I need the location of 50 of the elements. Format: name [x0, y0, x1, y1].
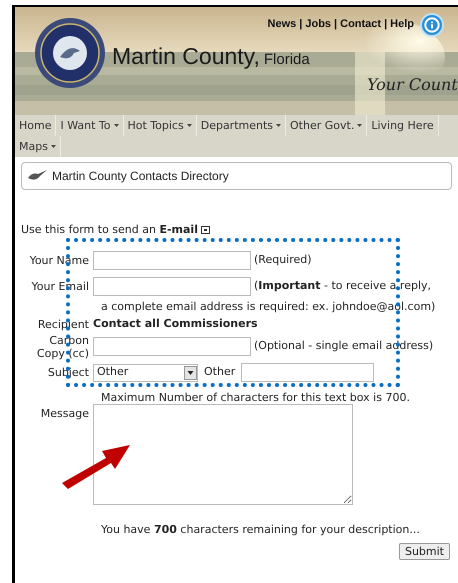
- input-field[interactable]: [93, 251, 251, 270]
- header-link[interactable]: Help: [390, 16, 414, 32]
- recipient-value: Contact all Commissioners: [93, 316, 258, 332]
- nav-item[interactable]: Maps: [15, 136, 61, 157]
- field-note: a complete email address is required: ex. johndoe@aol.com): [101, 300, 436, 314]
- nav-item[interactable]: I Want To: [56, 115, 124, 136]
- arrow-drawing: [60, 443, 132, 491]
- nav-item[interactable]: Home: [15, 115, 56, 136]
- tagline: Your Count: [367, 77, 458, 93]
- link-separator: |: [334, 17, 338, 32]
- dropdown-icon: [184, 366, 197, 380]
- caret-icon: [186, 124, 192, 127]
- field-label: Recipient: [36, 318, 90, 331]
- link-separator: |: [384, 17, 388, 32]
- field-note: (Optional - single email address): [254, 338, 434, 354]
- breadcrumb-text: Martin County Contacts Directory: [52, 168, 229, 185]
- field-label: Carbon Copy (cc): [36, 334, 90, 360]
- max-characters-note: Maximum Number of characters for this text box is 700.: [101, 392, 411, 404]
- site-subtitle: Florida: [264, 52, 310, 67]
- submit-button[interactable]: Submit: [398, 543, 450, 560]
- header-link[interactable]: Jobs: [305, 16, 332, 32]
- fish-icon: [28, 170, 48, 182]
- other-label: Other: [204, 364, 236, 380]
- link-separator: |: [299, 17, 302, 32]
- field-label: Your Name: [28, 254, 90, 267]
- field-note: (Important - to receive a reply,: [254, 278, 432, 294]
- email-icon: [200, 226, 210, 234]
- field-note: (Required): [254, 252, 312, 268]
- subject-select[interactable]: Other: [93, 364, 198, 382]
- caret-icon: [357, 124, 362, 127]
- caret-icon: [276, 124, 282, 127]
- seal-logo: [34, 17, 106, 89]
- nav-item[interactable]: Other Govt.: [286, 115, 368, 136]
- site-title: Martin County,: [112, 45, 260, 68]
- remaining-text: You have 700 characters remaining for your description...: [101, 522, 421, 538]
- nav-item[interactable]: Departments: [196, 115, 286, 136]
- other-field[interactable]: [241, 363, 374, 382]
- message-field[interactable]: [93, 404, 353, 504]
- header-link[interactable]: Contact: [340, 16, 382, 32]
- nav-item[interactable]: Hot Topics: [124, 115, 197, 136]
- field-label: Subject: [46, 366, 90, 379]
- field-label: Message: [40, 406, 90, 422]
- caret-icon: [50, 145, 56, 148]
- input-field[interactable]: [93, 337, 251, 356]
- header-link[interactable]: News: [268, 16, 296, 32]
- intro-text: Use this form to send an E-mail: [21, 222, 198, 238]
- input-field[interactable]: [93, 277, 251, 296]
- caret-icon: [114, 124, 118, 127]
- nav-item[interactable]: Living Here: [367, 115, 439, 136]
- field-label: Your Email: [30, 280, 90, 293]
